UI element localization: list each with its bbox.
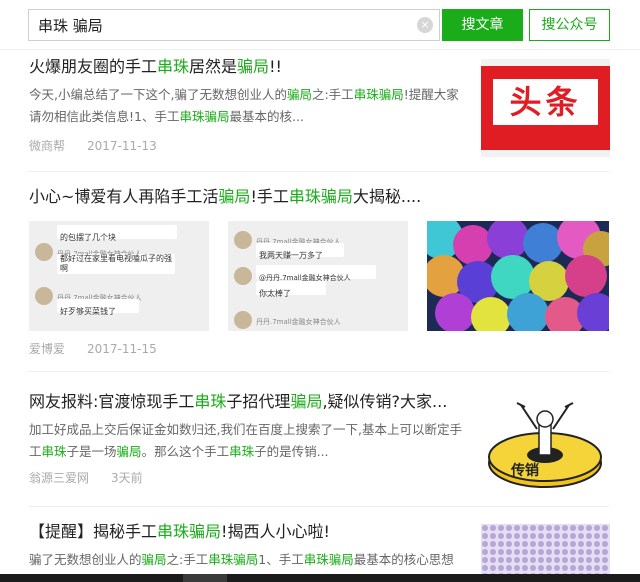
chat-line: 我两天赚一万多了 <box>259 251 323 260</box>
result-date: 2017-11-13 <box>87 139 157 153</box>
desc-highlight: 串珠骗局 <box>208 552 259 567</box>
result-date: 2017-11-15 <box>87 342 157 356</box>
title-text: 火爆朋友圈的手工 <box>29 57 158 76</box>
search-input[interactable] <box>29 10 409 40</box>
result-thumbnail[interactable] <box>481 524 610 574</box>
divider <box>29 171 609 172</box>
title-text: 子招代理 <box>226 392 291 411</box>
beads-pattern-image <box>481 524 610 574</box>
title-highlight: 串珠 <box>157 57 190 76</box>
desc-highlight: 骗局 <box>141 552 167 567</box>
result-title[interactable]: 小心~博爱有人再陷手工活骗局!手工串珠骗局大揭秘.... <box>29 186 609 208</box>
chat-line: 你太棒了 <box>259 289 291 298</box>
desc-text: 之:手工 <box>166 552 209 567</box>
result-date: 3天前 <box>111 471 143 485</box>
beads-photo-image[interactable] <box>427 221 609 331</box>
title-highlight: 骗局 <box>237 57 270 76</box>
title-text: !揭西人小心啦! <box>221 522 330 541</box>
result-source[interactable]: 微商帮 <box>29 139 65 153</box>
result-source[interactable]: 爱博爱 <box>29 342 65 356</box>
avatar <box>234 231 252 249</box>
desc-highlight: 串珠骗局 <box>353 87 404 102</box>
desc-highlight: 串珠骗局 <box>303 552 354 567</box>
desc-highlight: 串珠骗局 <box>179 109 230 124</box>
search-box[interactable]: × <box>28 9 440 41</box>
result-item: 小心~博爱有人再陷手工活骗局!手工串珠骗局大揭秘.... <box>29 186 609 208</box>
desc-text: 1、手工 <box>258 552 304 567</box>
result-thumbnail[interactable]: 传销 <box>481 393 610 491</box>
desc-text: 。那么这个手工 <box>141 444 230 459</box>
result-description: 今天,小编总结了一下这个,骗了无数想创业人的骗局之:手工串珠骗局!提醒大家请勿相… <box>29 84 469 128</box>
thumbnail-text: 传销 <box>510 462 539 479</box>
desc-text: 之:手工 <box>311 87 354 102</box>
desc-highlight: 串珠 <box>229 444 255 459</box>
desc-text: 最基本的核... <box>229 109 304 124</box>
chat-screenshot-image[interactable]: 的包摆了几个块 丹丹.7mall金融女神合伙人 都好过在家里看电视嗑瓜子的强啊 … <box>29 221 209 331</box>
desc-highlight: 骗局 <box>286 87 312 102</box>
result-source[interactable]: 翁源三爱网 <box>29 471 89 485</box>
result-title[interactable]: 火爆朋友圈的手工串珠居然是骗局!! <box>29 56 469 78</box>
chat-line: 都好过在家里看电视嗑瓜子的强啊 <box>60 254 172 273</box>
bottom-bar-segment <box>183 574 227 582</box>
title-highlight: 串珠 <box>194 392 227 411</box>
chat-line: 丹丹.7mall金融女神合伙人 <box>256 318 341 326</box>
result-description: 加工好成品上交后保证金如数归还,我们在百度上搜索了一下,基本上可以断定手工串珠子… <box>29 419 469 463</box>
result-image-row: 的包摆了几个块 丹丹.7mall金融女神合伙人 都好过在家里看电视嗑瓜子的强啊 … <box>29 221 609 331</box>
title-text: !手工 <box>250 187 289 206</box>
desc-text: 最基本的核心思想 <box>353 552 454 567</box>
divider <box>29 371 609 372</box>
bottom-bar <box>0 574 640 582</box>
avatar <box>35 287 53 305</box>
avatar <box>234 311 252 329</box>
title-text: 网友报料:官渡惊现手工 <box>29 392 195 411</box>
desc-text: 今天,小编总结了一下这个,骗了无数想创业人的 <box>29 87 287 102</box>
title-text: 居然是 <box>189 57 238 76</box>
title-highlight: 骗局 <box>290 392 323 411</box>
title-highlight: 骗局 <box>218 187 251 206</box>
divider <box>29 506 609 507</box>
title-text: 小心~博爱有人再陷手工活 <box>29 187 219 206</box>
title-text: 大揭秘.... <box>352 187 422 206</box>
chat-line: 好歹够买菜钱了 <box>60 307 116 316</box>
title-text: 【提醒】揭秘手工 <box>29 522 158 541</box>
result-title[interactable]: 网友报料:官渡惊现手工串珠子招代理骗局,疑似传销?大家... <box>29 391 469 413</box>
clear-icon[interactable]: × <box>417 17 433 33</box>
desc-highlight: 串珠 <box>41 444 67 459</box>
search-bar: × 搜文章 搜公众号 <box>0 0 640 50</box>
title-highlight: 串珠骗局 <box>288 187 353 206</box>
title-text: !! <box>269 57 282 76</box>
chat-screenshot-image[interactable]: 丹丹.7mall金融女神合伙人 我两天赚一万多了 @丹丹.7mall金融女神合伙… <box>228 221 408 331</box>
pyramid-scheme-illustration: 传销 <box>488 402 602 488</box>
desc-text: 子的是传销... <box>254 444 329 459</box>
title-text: ,疑似传销?大家... <box>322 392 448 411</box>
desc-highlight: 骗局 <box>116 444 142 459</box>
desc-text: 子是一场 <box>66 444 117 459</box>
result-meta: 爱博爱 2017-11-15 <box>29 340 179 358</box>
desc-text: 骗了无数想创业人的 <box>29 552 142 567</box>
result-thumbnail[interactable]: 头条 <box>481 59 610 157</box>
result-title[interactable]: 【提醒】揭秘手工串珠骗局!揭西人小心啦! <box>29 521 469 543</box>
avatar <box>234 267 252 285</box>
search-articles-button[interactable]: 搜文章 <box>442 9 523 41</box>
headline-banner-text: 头条 <box>493 79 598 125</box>
avatar <box>35 243 53 261</box>
search-accounts-button[interactable]: 搜公众号 <box>529 9 610 41</box>
title-highlight: 串珠骗局 <box>157 522 222 541</box>
result-description: 骗了无数想创业人的骗局之:手工串珠骗局1、手工串珠骗局最基本的核心思想 <box>29 549 469 571</box>
